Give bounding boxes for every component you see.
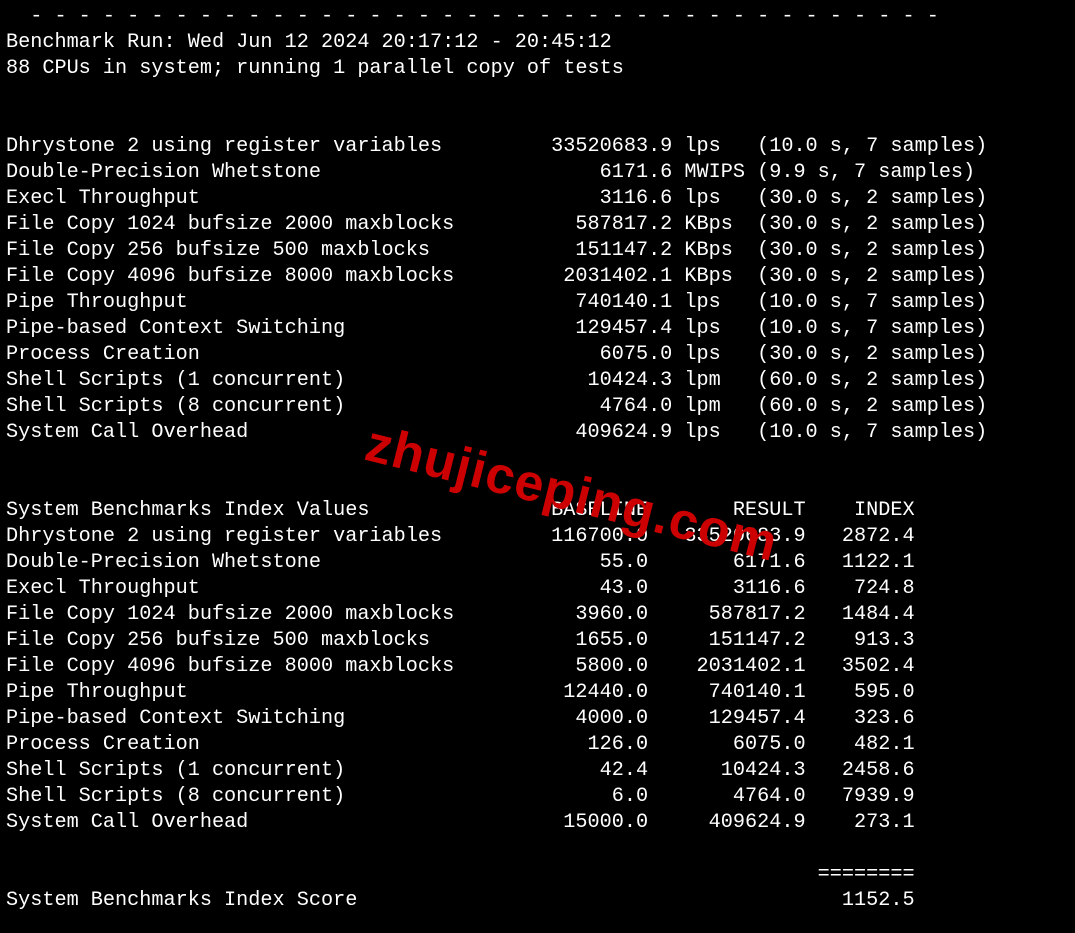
cpu-line: 88 CPUs in system; running 1 parallel co…: [6, 57, 624, 80]
index-block: System Benchmarks Index Values BASELINE …: [6, 499, 915, 834]
divider-line: - - - - - - - - - - - - - - - - - - - - …: [6, 5, 939, 28]
benchmark-run-line: Benchmark Run: Wed Jun 12 2024 20:17:12 …: [6, 31, 612, 54]
score-line: System Benchmarks Index Score 1152.5: [6, 889, 915, 912]
tests-block: Dhrystone 2 using register variables 335…: [6, 135, 987, 444]
terminal-output: - - - - - - - - - - - - - - - - - - - - …: [0, 0, 1075, 933]
score-separator: ========: [6, 863, 915, 886]
